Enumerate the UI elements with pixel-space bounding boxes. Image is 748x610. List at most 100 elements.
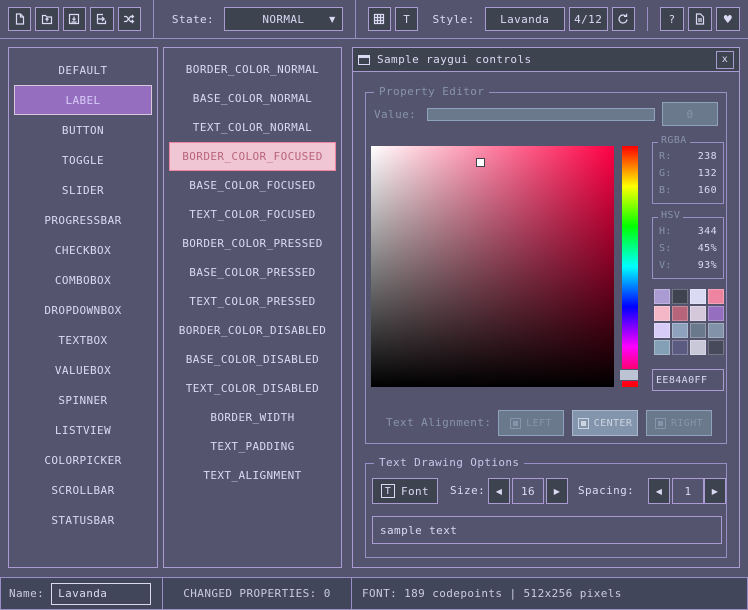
color-saturation-value-panel[interactable]	[371, 146, 614, 387]
style-name-button[interactable]: Lavanda	[485, 7, 565, 31]
value-slider[interactable]	[427, 108, 655, 121]
palette-swatch[interactable]	[654, 323, 670, 338]
export-icon	[96, 13, 108, 25]
about-button[interactable]	[688, 7, 712, 31]
size-decrease-button[interactable]: ◀	[488, 478, 510, 504]
question-icon: ?	[669, 13, 676, 26]
statusbar: Name: Lavanda CHANGED PROPERTIES: 0 FONT…	[0, 577, 748, 610]
control-item-listview[interactable]: LISTVIEW	[14, 415, 152, 445]
align-left-toggle[interactable]: LEFT	[498, 410, 564, 436]
spacing-value-box[interactable]: 1	[672, 478, 704, 504]
text-drawing-options-group: Text Drawing Options T Font Size: ◀ 16 ▶…	[365, 463, 727, 558]
value-box[interactable]: 0	[662, 102, 718, 126]
property-item-base-color-normal[interactable]: BASE_COLOR_NORMAL	[169, 84, 336, 113]
color-picker-cursor[interactable]	[476, 158, 485, 167]
palette-swatch[interactable]	[672, 340, 688, 355]
align-right-toggle[interactable]: RIGHT	[646, 410, 712, 436]
palette-swatch[interactable]	[654, 340, 670, 355]
load-style-button[interactable]	[35, 7, 58, 31]
control-item-checkbox[interactable]: CHECKBOX	[14, 235, 152, 265]
property-item-base-color-disabled[interactable]: BASE_COLOR_DISABLED	[169, 345, 336, 374]
spacing-label: Spacing:	[578, 484, 634, 497]
new-style-button[interactable]	[8, 7, 31, 31]
control-item-dropdownbox[interactable]: DROPDOWNBOX	[14, 295, 152, 325]
save-style-button[interactable]	[63, 7, 86, 31]
palette-swatch[interactable]	[690, 323, 706, 338]
spacing-decrease-button[interactable]: ◀	[648, 478, 670, 504]
state-label: State:	[172, 13, 214, 26]
hue-bar[interactable]	[622, 146, 638, 387]
property-item-text-color-disabled[interactable]: TEXT_COLOR_DISABLED	[169, 374, 336, 403]
property-item-base-color-focused[interactable]: BASE_COLOR_FOCUSED	[169, 171, 336, 200]
control-item-label[interactable]: LABEL	[14, 85, 152, 115]
control-item-combobox[interactable]: COMBOBOX	[14, 265, 152, 295]
palette-swatch[interactable]	[654, 306, 670, 321]
sponsor-button[interactable]: ♥	[716, 7, 740, 31]
control-item-colorpicker[interactable]: COLORPICKER	[14, 445, 152, 475]
control-item-textbox[interactable]: TEXTBOX	[14, 325, 152, 355]
control-item-scrollbar[interactable]: SCROLLBAR	[14, 475, 152, 505]
text-drawing-options-label: Text Drawing Options	[374, 456, 524, 469]
property-item-border-width[interactable]: BORDER_WIDTH	[169, 403, 336, 432]
property-item-border-color-pressed[interactable]: BORDER_COLOR_PRESSED	[169, 229, 336, 258]
property-item-text-alignment[interactable]: TEXT_ALIGNMENT	[169, 461, 336, 490]
palette-swatch[interactable]	[690, 306, 706, 321]
text-preview-button[interactable]: T	[395, 7, 418, 31]
style-table-button[interactable]	[368, 7, 391, 31]
close-window-button[interactable]: x	[716, 51, 734, 69]
property-item-base-color-pressed[interactable]: BASE_COLOR_PRESSED	[169, 258, 336, 287]
rgba-group: RGBA R: 238 G: 132 B: 160	[652, 142, 724, 204]
palette-swatch[interactable]	[690, 340, 706, 355]
control-item-statusbar[interactable]: STATUSBAR	[14, 505, 152, 535]
hsv-group: HSV H: 344 S: 45% V: 93%	[652, 217, 724, 279]
control-item-progressbar[interactable]: PROGRESSBAR	[14, 205, 152, 235]
control-item-default[interactable]: DEFAULT	[14, 55, 152, 85]
state-dropdown[interactable]: NORMAL ▼	[224, 7, 343, 31]
property-item-text-color-focused[interactable]: TEXT_COLOR_FOCUSED	[169, 200, 336, 229]
palette-swatch[interactable]	[672, 306, 688, 321]
palette-swatch[interactable]	[708, 306, 724, 321]
palette-swatch[interactable]	[654, 289, 670, 304]
control-item-valuebox[interactable]: VALUEBOX	[14, 355, 152, 385]
help-button[interactable]: ?	[660, 7, 684, 31]
palette-swatch[interactable]	[708, 323, 724, 338]
hue-slider-handle[interactable]	[619, 369, 639, 381]
property-item-border-color-normal[interactable]: BORDER_COLOR_NORMAL	[169, 55, 336, 84]
size-value-box[interactable]: 16	[512, 478, 544, 504]
palette-swatch[interactable]	[708, 340, 724, 355]
control-item-button[interactable]: BUTTON	[14, 115, 152, 145]
property-item-border-color-focused[interactable]: BORDER_COLOR_FOCUSED	[169, 142, 336, 171]
property-item-text-padding[interactable]: TEXT_PADDING	[169, 432, 336, 461]
sample-window-title: Sample raygui controls	[377, 53, 532, 66]
size-increase-button[interactable]: ▶	[546, 478, 568, 504]
export-style-button[interactable]	[90, 7, 113, 31]
palette-swatch[interactable]	[708, 289, 724, 304]
palette-swatch[interactable]	[672, 323, 688, 338]
spacing-increase-button[interactable]: ▶	[704, 478, 726, 504]
style-label: Style:	[432, 13, 474, 26]
property-item-text-color-normal[interactable]: TEXT_COLOR_NORMAL	[169, 113, 336, 142]
control-item-toggle[interactable]: TOGGLE	[14, 145, 152, 175]
toolbar-separator	[355, 0, 356, 38]
sample-text-input[interactable]: sample text	[372, 516, 722, 544]
palette-swatch[interactable]	[690, 289, 706, 304]
property-item-border-color-disabled[interactable]: BORDER_COLOR_DISABLED	[169, 316, 336, 345]
control-item-slider[interactable]: SLIDER	[14, 175, 152, 205]
align-center-toggle[interactable]: CENTER	[572, 410, 638, 436]
rgba-group-label: RGBA	[658, 135, 690, 146]
random-style-button[interactable]	[118, 7, 141, 31]
save-icon	[68, 13, 80, 25]
style-name-input[interactable]: Lavanda	[51, 583, 151, 605]
hex-color-input[interactable]: EE84A0FF	[652, 369, 724, 391]
hsv-v-row: V: 93%	[653, 257, 723, 274]
font-button[interactable]: T Font	[372, 478, 438, 504]
color-palette	[654, 289, 724, 355]
property-item-text-color-pressed[interactable]: TEXT_COLOR_PRESSED	[169, 287, 336, 316]
sample-window: Sample raygui controls x Property Editor…	[352, 47, 740, 568]
palette-swatch[interactable]	[672, 289, 688, 304]
grid-icon	[373, 13, 385, 25]
toolbar-separator	[647, 7, 648, 31]
reload-style-button[interactable]	[612, 7, 635, 31]
sample-window-titlebar[interactable]: Sample raygui controls x	[353, 48, 739, 72]
control-item-spinner[interactable]: SPINNER	[14, 385, 152, 415]
